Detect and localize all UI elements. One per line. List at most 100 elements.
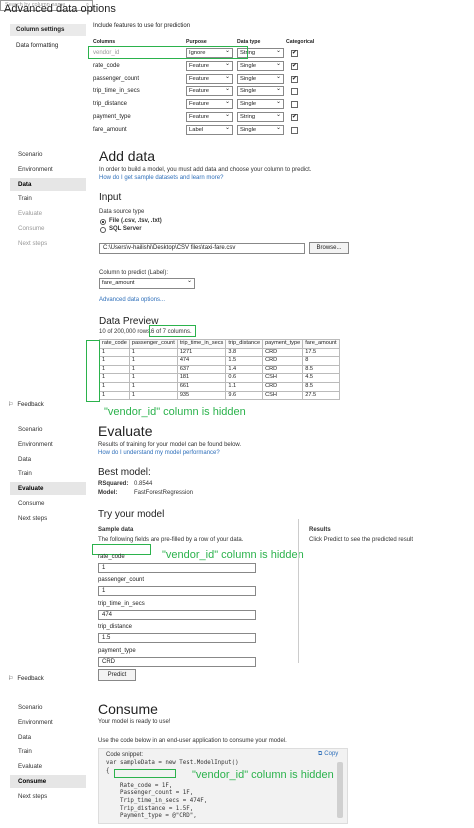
sql-radio[interactable] (100, 227, 106, 233)
categorical-checkbox[interactable]: ✔ (291, 50, 298, 57)
feedback-link-2[interactable]: ⚐ Feedback (8, 675, 44, 683)
copy-label: Copy (324, 751, 339, 757)
best-model-heading: Best model: (98, 467, 151, 478)
table-cell: 1 (128, 390, 178, 401)
table-cell: 1 (128, 381, 178, 392)
input-heading: Input (99, 192, 122, 203)
field-input[interactable]: 1 (98, 563, 256, 573)
table-cell: 935 (176, 390, 227, 401)
sidebar-item-data[interactable]: Data (10, 731, 86, 744)
sample-data-heading: Sample data (98, 527, 134, 533)
table-cell: 1 (99, 364, 130, 375)
performance-help-link[interactable]: How do I understand my model performance… (98, 450, 220, 456)
data-type-select[interactable]: Single (237, 60, 284, 71)
purpose-select[interactable]: Feature (186, 98, 233, 110)
column-header: rate_code (99, 339, 130, 349)
table-cell: 1271 (176, 347, 227, 358)
code-line: Trip_distance = 1.5F, (106, 805, 194, 812)
consume-instructions: Use the code below in an end-user applic… (98, 738, 287, 744)
advanced-options-link[interactable]: Advanced data options... (99, 297, 165, 303)
field-input[interactable]: 474 (98, 609, 256, 620)
sidebar-item-next-steps[interactable]: Next steps (10, 512, 86, 525)
sidebar-item-environment[interactable]: Environment (10, 438, 86, 451)
code-scrollbar[interactable] (337, 762, 343, 818)
table-cell: 1.4 (225, 364, 264, 375)
file-path-input[interactable]: C:\Users\v-hailishi\Desktop\CSV files\ta… (99, 243, 305, 254)
header-columns: Columns (93, 39, 116, 45)
sidebar-item-train[interactable]: Train (10, 745, 86, 758)
column-row: passenger_count Feature Single ✔ (93, 73, 343, 86)
feedback-icon: ⚐ (8, 402, 14, 408)
file-radio[interactable] (100, 219, 106, 225)
header-purpose: Purpose (186, 39, 207, 45)
column-row: rate_code Feature Single ✔ (93, 60, 343, 73)
table-cell: 9.6 (225, 390, 264, 401)
categorical-checkbox[interactable]: ✔ (291, 62, 298, 70)
sidebar-item-consume[interactable]: Consume (10, 775, 86, 788)
field-input[interactable]: CRD (98, 656, 256, 667)
data-type-select[interactable]: Single (237, 98, 284, 110)
field-input[interactable]: 1.5 (98, 633, 256, 644)
code-line: Passenger_count = 1F, (106, 790, 194, 797)
purpose-select[interactable]: Feature (186, 60, 233, 71)
sidebar-item-environment[interactable]: Environment (10, 716, 86, 729)
predict-button[interactable]: Predict (98, 669, 136, 681)
datasets-help-link[interactable]: How do I get sample datasets and learn m… (99, 175, 223, 181)
source-type-label: Data source type (99, 209, 145, 215)
categorical-checkbox[interactable]: ✔ (291, 114, 298, 121)
sidebar-item-next-steps[interactable]: Next steps (10, 790, 86, 803)
table-cell: CRD (262, 347, 304, 358)
sidebar-item-next-steps[interactable]: Next steps (10, 237, 86, 250)
data-type-select[interactable]: Single (237, 73, 284, 84)
table-cell: 8 (302, 356, 340, 366)
evaluate-intro: Results of training for your model can b… (98, 442, 242, 448)
table-cell: 27.5 (302, 390, 340, 401)
sidebar-item-scenario[interactable]: Scenario (10, 701, 86, 714)
categorical-checkbox[interactable] (291, 88, 298, 96)
table-cell: 3.8 (225, 347, 264, 358)
rsquared-value: 0.8544 (134, 481, 153, 487)
column-row: fare_amount Label Single (93, 124, 343, 137)
table-row: 1 1 661 1.1 CRD 8.5 (99, 381, 340, 392)
data-type-select[interactable]: Single (237, 124, 284, 135)
predict-column-select[interactable]: fare_amount (99, 277, 195, 289)
sidebar-item-evaluate[interactable]: Evaluate (10, 482, 86, 496)
sidebar-item-scenario[interactable]: Scenario (10, 423, 86, 436)
categorical-checkbox[interactable] (291, 101, 298, 109)
column-header: fare_amount (302, 339, 340, 349)
purpose-select[interactable]: Feature (186, 111, 233, 122)
field-input[interactable]: 1 (98, 586, 256, 597)
categorical-checkbox[interactable] (291, 126, 298, 134)
table-cell: CSH (262, 373, 304, 383)
column-row: payment_type Feature String ✔ (93, 111, 343, 124)
table-cell: 1.5 (225, 356, 264, 366)
sidebar-item-data[interactable]: Data (10, 453, 86, 466)
model-label: Model: (98, 490, 118, 496)
sidebar-item-train[interactable]: Train (10, 192, 86, 205)
purpose-select[interactable]: Feature (186, 73, 233, 84)
categorical-checkbox[interactable]: ✔ (291, 75, 298, 83)
table-cell: 8.5 (302, 381, 340, 392)
copy-button[interactable]: ⧉ Copy (318, 751, 338, 758)
data-type-select[interactable]: Single (237, 85, 284, 97)
table-cell: 8.5 (302, 364, 340, 375)
field-label: rate_code (98, 554, 125, 560)
sidebar-item-evaluate[interactable]: Evaluate (10, 207, 86, 220)
sidebar-item-environment[interactable]: Environment (10, 163, 86, 176)
sidebar-item-data[interactable]: Data (10, 177, 86, 191)
nav-data-formatting[interactable]: Data formatting (10, 40, 86, 52)
feedback-link[interactable]: ⚐ Feedback (8, 401, 44, 409)
purpose-select[interactable]: Feature (186, 85, 233, 97)
sidebar-item-consume[interactable]: Consume (10, 497, 86, 510)
purpose-select[interactable]: Label (186, 124, 233, 135)
column-name: payment_type (93, 114, 131, 120)
sidebar-item-consume[interactable]: Consume (10, 222, 86, 235)
nav-column-settings[interactable]: Column settings (10, 24, 86, 36)
browse-button[interactable]: Browse... (309, 242, 349, 254)
data-type-select[interactable]: String (237, 111, 284, 122)
sidebar-item-train[interactable]: Train (10, 467, 86, 480)
vendor-code-highlight (114, 769, 176, 778)
sidebar-item-evaluate[interactable]: Evaluate (10, 760, 86, 773)
table-cell: 1 (99, 381, 130, 392)
sidebar-item-scenario[interactable]: Scenario (10, 148, 86, 161)
